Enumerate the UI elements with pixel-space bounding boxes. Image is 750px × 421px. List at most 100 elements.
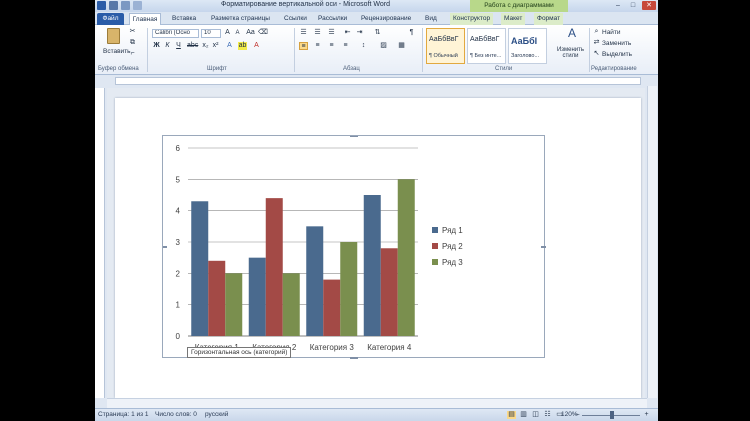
legend-label: Ряд 1 bbox=[442, 226, 463, 235]
chart-tools-banner: Работа с диаграммами bbox=[470, 0, 568, 12]
font-size-field[interactable]: 10 bbox=[201, 29, 221, 38]
select-icon: ↖ bbox=[593, 50, 600, 57]
superscript-icon[interactable]: x² bbox=[211, 42, 220, 50]
outline-view-icon[interactable]: ☷ bbox=[543, 411, 552, 419]
y-tick-label: 2 bbox=[176, 269, 181, 278]
tab-references[interactable]: Ссылки bbox=[284, 13, 307, 25]
tab-chart-layout[interactable]: Макет bbox=[501, 13, 526, 25]
subscript-icon[interactable]: x₂ bbox=[201, 42, 210, 50]
copy-icon[interactable]: ⧉ bbox=[128, 39, 137, 47]
redo-icon[interactable] bbox=[133, 1, 142, 10]
numbering-icon[interactable]: ☰ bbox=[313, 29, 322, 37]
legend-swatch bbox=[432, 259, 438, 265]
tab-chart-format[interactable]: Формат bbox=[534, 13, 564, 25]
show-marks-icon[interactable]: ¶ bbox=[407, 29, 416, 37]
paste-button[interactable]: Вставить bbox=[103, 48, 131, 55]
style-sample: АаБбВвГ bbox=[429, 36, 459, 43]
grow-font-icon[interactable]: A bbox=[223, 29, 232, 37]
change-case-icon[interactable]: Aa bbox=[246, 29, 255, 37]
bar bbox=[363, 195, 381, 336]
zoom-out-icon[interactable]: – bbox=[573, 411, 582, 419]
y-tick-label: 5 bbox=[176, 175, 181, 184]
change-styles-button[interactable]: Изменить стили bbox=[553, 47, 588, 59]
select-button[interactable]: Выделить bbox=[602, 51, 632, 58]
bold-icon[interactable]: Ж bbox=[152, 42, 161, 50]
underline-icon[interactable]: Ч bbox=[174, 42, 183, 50]
maximize-button[interactable]: □ bbox=[626, 1, 640, 10]
divider bbox=[422, 28, 423, 72]
sort-icon[interactable]: ⇅ bbox=[373, 29, 382, 37]
tab-chart-design[interactable]: Конструктор bbox=[450, 13, 494, 25]
shrink-font-icon[interactable]: A bbox=[233, 29, 242, 37]
align-center-icon[interactable]: ≡ bbox=[313, 42, 322, 50]
style-name: ¶ Обычный bbox=[429, 53, 458, 59]
undo-icon[interactable] bbox=[121, 1, 130, 10]
resize-handle bbox=[541, 246, 546, 248]
tab-home[interactable]: Главная bbox=[129, 13, 161, 25]
reading-view-icon[interactable]: ▥ bbox=[519, 411, 528, 419]
multilevel-list-icon[interactable]: ☰ bbox=[327, 29, 336, 37]
tab-insert[interactable]: Вставка bbox=[172, 13, 196, 25]
style-sample: АаБбВвГ bbox=[470, 36, 500, 43]
page-count[interactable]: Страница: 1 из 1 bbox=[98, 411, 149, 418]
find-button[interactable]: Найти bbox=[602, 29, 621, 36]
vertical-scrollbar[interactable] bbox=[647, 86, 657, 398]
y-tick-label: 0 bbox=[176, 332, 181, 341]
tab-mailings[interactable]: Рассылки bbox=[318, 13, 347, 25]
zoom-in-icon[interactable]: + bbox=[642, 411, 651, 419]
divider bbox=[589, 28, 590, 72]
style-normal[interactable]: АаБбВвГ ¶ Обычный bbox=[426, 28, 465, 64]
text-effects-icon[interactable]: A bbox=[225, 42, 234, 50]
style-heading[interactable]: АаБбI Заголово... bbox=[508, 28, 547, 64]
replace-button[interactable]: Заменить bbox=[602, 40, 631, 47]
style-name: Заголово... bbox=[511, 53, 540, 59]
style-no-spacing[interactable]: АаБбВвГ ¶ Без инте... bbox=[467, 28, 506, 64]
tab-view[interactable]: Вид bbox=[425, 13, 437, 25]
format-painter-icon[interactable]: ⌐ bbox=[128, 50, 137, 58]
clipboard-group-label: Буфер обмена bbox=[98, 66, 139, 72]
bar bbox=[191, 201, 209, 336]
tab-file[interactable]: Файл bbox=[97, 13, 124, 25]
save-icon[interactable] bbox=[109, 1, 118, 10]
bullets-icon[interactable]: ☰ bbox=[299, 29, 308, 37]
line-spacing-icon[interactable]: ↕ bbox=[359, 42, 368, 50]
tab-review[interactable]: Рецензирование bbox=[361, 13, 411, 25]
horizontal-ruler[interactable] bbox=[95, 76, 658, 86]
decrease-indent-icon[interactable]: ⇤ bbox=[343, 29, 352, 37]
minimize-button[interactable]: – bbox=[611, 1, 625, 10]
web-layout-icon[interactable]: ◫ bbox=[531, 411, 540, 419]
shading-icon[interactable]: ▨ bbox=[379, 42, 388, 50]
word-logo-icon bbox=[97, 1, 106, 10]
zoom-slider-thumb[interactable] bbox=[610, 411, 615, 419]
borders-icon[interactable]: ▦ bbox=[397, 42, 406, 50]
chart-object[interactable]: 0123456Категория 1Категория 2Категория 3… bbox=[162, 135, 546, 359]
bar bbox=[282, 273, 300, 336]
bar bbox=[397, 179, 415, 336]
paste-icon bbox=[107, 28, 120, 44]
close-button[interactable]: ✕ bbox=[642, 1, 656, 10]
language-indicator[interactable]: русский bbox=[205, 411, 228, 418]
y-tick-label: 6 bbox=[176, 144, 181, 153]
cut-icon[interactable]: ✂ bbox=[128, 28, 137, 36]
increase-indent-icon[interactable]: ⇥ bbox=[355, 29, 364, 37]
italic-icon[interactable]: К bbox=[163, 42, 172, 50]
clear-format-icon[interactable]: ⌫ bbox=[258, 29, 268, 37]
highlight-icon[interactable]: ab bbox=[238, 42, 247, 50]
ribbon-tabs: Файл Главная Вставка Разметка страницы С… bbox=[95, 12, 658, 25]
divider bbox=[294, 28, 295, 72]
font-name-field[interactable]: Calibri (Осно bbox=[152, 29, 199, 38]
horizontal-scrollbar[interactable] bbox=[107, 398, 647, 408]
change-styles-icon[interactable]: A bbox=[565, 27, 579, 43]
print-layout-icon[interactable]: ▤ bbox=[507, 411, 516, 419]
align-right-icon[interactable]: ≡ bbox=[327, 42, 336, 50]
justify-icon[interactable]: ≡ bbox=[341, 42, 350, 50]
word-count[interactable]: Число слов: 0 bbox=[155, 411, 197, 418]
bar bbox=[265, 198, 283, 336]
tab-page-layout[interactable]: Разметка страницы bbox=[211, 13, 270, 25]
strikethrough-icon[interactable]: abc bbox=[187, 42, 198, 50]
axis-tooltip: Горизонтальная ось (категорий) bbox=[187, 347, 292, 358]
align-left-icon[interactable]: ≡ bbox=[299, 42, 308, 50]
title-bar: Форматирование вертикальной оси - Micros… bbox=[95, 0, 658, 12]
font-color-icon[interactable]: A bbox=[252, 42, 261, 50]
vertical-ruler[interactable] bbox=[95, 88, 105, 398]
